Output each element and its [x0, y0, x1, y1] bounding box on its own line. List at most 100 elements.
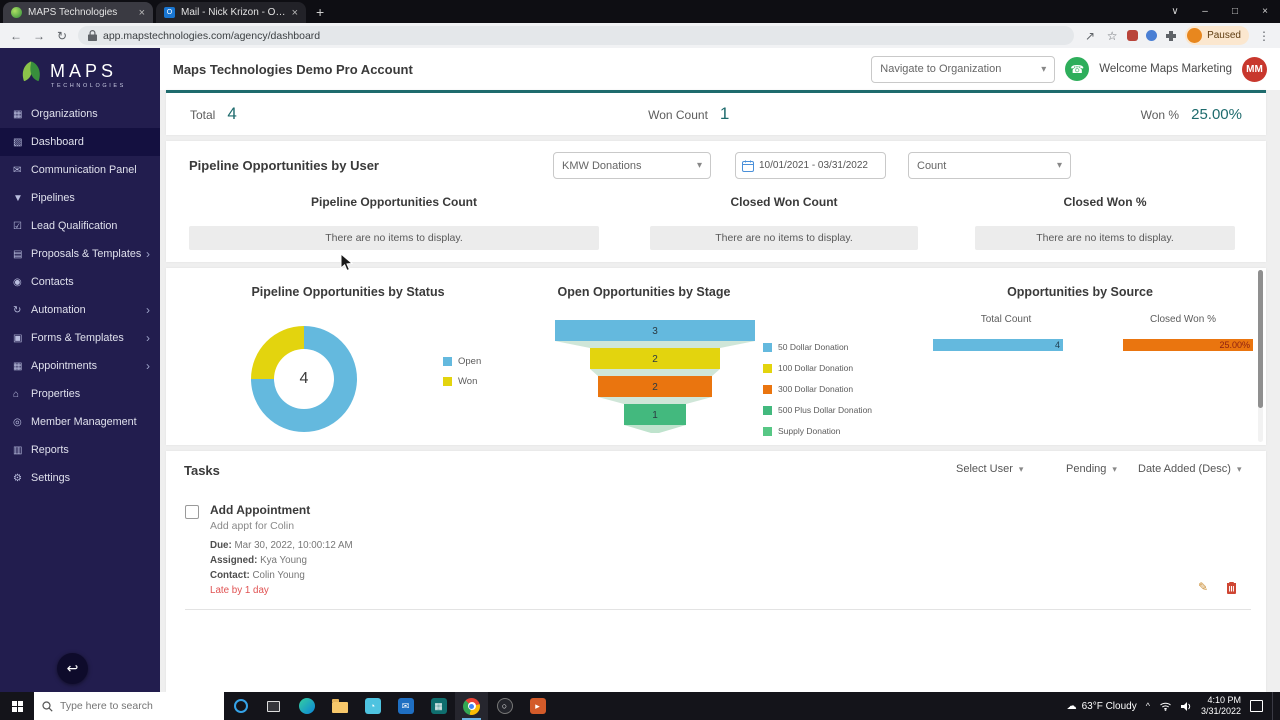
mail-icon[interactable]: ✉ — [389, 692, 422, 720]
tab-maps[interactable]: MAPS Technologies × — [3, 2, 153, 23]
sidebar-item-appointments[interactable]: ▦ Appointments › — [0, 352, 160, 380]
back-icon[interactable]: ← — [9, 29, 23, 43]
sidebar-item-communication-panel[interactable]: ✉ Communication Panel — [0, 156, 160, 184]
sidebar-item-organizations[interactable]: ▦ Organizations — [0, 100, 160, 128]
collapse-sidebar-button[interactable]: ↩ — [57, 653, 88, 684]
sidebar-item-lead-qualification[interactable]: ☑ Lead Qualification — [0, 212, 160, 240]
task-sort-filter[interactable]: Date Added (Desc) ▾ — [1138, 463, 1241, 475]
share-icon[interactable]: ↗ — [1083, 29, 1097, 43]
panel-scrollbar[interactable] — [1258, 270, 1263, 442]
metric-select[interactable]: Count ▾ — [908, 152, 1071, 179]
column-header: Closed Won Count — [730, 195, 838, 209]
steam-icon[interactable]: ○ — [488, 692, 521, 720]
stat-total: Total 4 — [190, 104, 237, 123]
edit-task-icon[interactable]: ✎ — [1198, 580, 1208, 594]
task-view-icon[interactable] — [257, 692, 290, 720]
status-donut-chart[interactable]: 4 — [251, 326, 357, 432]
photos-icon[interactable]: ◔ — [356, 692, 389, 720]
chevron-right-icon: › — [146, 331, 150, 345]
navigate-to-organization-dropdown[interactable]: Navigate to Organization ▾ — [871, 55, 1056, 83]
window-controls: ∨ – □ × — [1160, 0, 1280, 23]
browser-tabstrip: MAPS Technologies × O Mail - Nick Krizon… — [0, 0, 1280, 23]
scrollbar-thumb[interactable] — [1258, 270, 1263, 408]
tab-close-icon[interactable]: × — [292, 7, 298, 19]
taskbar-clock[interactable]: 4:10 PM 3/31/2022 — [1201, 695, 1241, 718]
legend-swatch — [763, 342, 772, 352]
funnel-legend: 50 Dollar Donation 100 Dollar Donation 3… — [763, 342, 872, 436]
tab-search-icon[interactable]: ∨ — [1160, 0, 1190, 23]
tasks-panel: Tasks Select User ▾ Pending ▾ Date Added (… — [166, 451, 1266, 692]
pipelines-icon: ▼ — [13, 192, 23, 204]
funnel-value: 3 — [652, 326, 658, 337]
sidebar-item-forms-templates[interactable]: ▣ Forms & Templates › — [0, 324, 160, 352]
sidebar-item-reports[interactable]: ▥ Reports — [0, 436, 160, 464]
bookmark-star-icon[interactable]: ☆ — [1105, 29, 1119, 43]
browser-menu-kebab-icon[interactable]: ⋮ — [1257, 29, 1271, 43]
windows-taskbar: ◔ ✉ ▦ ○ ▸ ☁ 63°F Cloudy ^ 4:10 PM 3/31/2… — [0, 692, 1280, 720]
search-input[interactable] — [60, 700, 210, 712]
chart-title-stage: Open Opportunities by Stage — [557, 285, 731, 299]
legend-item: Supply Donation — [763, 426, 872, 436]
wifi-icon[interactable] — [1159, 701, 1172, 711]
properties-icon: ⌂ — [13, 388, 20, 400]
start-button[interactable] — [0, 692, 34, 720]
user-avatar[interactable]: MM — [1242, 56, 1267, 82]
members-icon: ◎ — [13, 416, 22, 428]
file-explorer-icon[interactable] — [323, 692, 356, 720]
minimize-button[interactable]: – — [1190, 0, 1220, 23]
media-player-icon[interactable]: ▸ — [521, 692, 554, 720]
forward-icon[interactable]: → — [32, 29, 46, 43]
search-icon — [42, 700, 53, 712]
outlook-favicon-icon: O — [164, 7, 175, 18]
sidebar-item-automation[interactable]: ↻ Automation › — [0, 296, 160, 324]
sidebar: MAPS TECHNOLOGIES ▦ Organizations ▧ Dashbo… — [0, 48, 160, 692]
source-bar-total[interactable]: 4 — [933, 339, 1063, 351]
address-bar[interactable]: app.mapstechnologies.com/agency/dashboar… — [78, 26, 1075, 45]
extensions-puzzle-icon[interactable] — [1165, 30, 1177, 42]
extension-icon[interactable] — [1127, 30, 1139, 41]
pipeline-select[interactable]: KMW Donations ▾ — [553, 152, 711, 179]
sidebar-item-dashboard[interactable]: ▧ Dashboard — [0, 128, 160, 156]
tab-outlook[interactable]: O Mail - Nick Krizon - Outlook × — [156, 2, 306, 23]
refresh-icon[interactable]: ↻ — [55, 29, 69, 43]
volume-icon[interactable] — [1180, 701, 1192, 712]
task-due: Due: Mar 30, 2022, 10:00:12 AM — [210, 540, 353, 551]
sidebar-item-settings[interactable]: ⚙ Settings — [0, 464, 160, 492]
action-center-icon[interactable] — [1250, 700, 1263, 712]
sidebar-item-contacts[interactable]: ◉ Contacts — [0, 268, 160, 296]
task-user-filter[interactable]: Select User ▾ — [956, 463, 1023, 475]
date-range-picker[interactable]: 10/01/2021 - 03/31/2022 — [735, 152, 886, 179]
app-header: Maps Technologies Demo Pro Account Navig… — [160, 48, 1280, 90]
taskbar-search[interactable] — [34, 692, 224, 720]
extension-icon[interactable] — [1146, 30, 1158, 41]
weather-widget[interactable]: ☁ 63°F Cloudy — [1067, 701, 1137, 712]
chrome-icon[interactable] — [455, 692, 488, 720]
profile-sync-paused-badge[interactable]: Paused — [1185, 26, 1249, 45]
cortana-icon[interactable] — [224, 692, 257, 720]
task-checkbox[interactable] — [185, 505, 199, 519]
contacts-icon: ◉ — [13, 276, 22, 288]
task-status-filter[interactable]: Pending ▾ — [1066, 463, 1117, 475]
chevron-right-icon: › — [146, 359, 150, 373]
new-tab-button[interactable]: + — [316, 4, 324, 20]
task-contact: Contact: Colin Young — [210, 570, 305, 581]
sidebar-item-proposals-templates[interactable]: ▤ Proposals & Templates › — [0, 240, 160, 268]
sidebar-item-member-management[interactable]: ◎ Member Management — [0, 408, 160, 436]
phone-button[interactable]: ☎ — [1065, 57, 1090, 81]
tab-close-icon[interactable]: × — [139, 7, 145, 19]
stat-won-pct: Won % 25.00% — [1140, 105, 1242, 123]
show-desktop-button[interactable] — [1272, 692, 1276, 720]
hidden-icons-chevron[interactable]: ^ — [1146, 701, 1150, 711]
close-button[interactable]: × — [1250, 0, 1280, 23]
sidebar-item-pipelines[interactable]: ▼ Pipelines — [0, 184, 160, 212]
edge-icon[interactable] — [290, 692, 323, 720]
source-bar-closed-won[interactable]: 25.00% — [1123, 339, 1253, 351]
legend-item-won: Won — [443, 376, 481, 387]
sidebar-item-properties[interactable]: ⌂ Properties — [0, 380, 160, 408]
lock-icon — [88, 30, 97, 41]
stage-funnel-chart[interactable]: 3 2 2 1 — [555, 320, 755, 436]
maximize-button[interactable]: □ — [1220, 0, 1250, 23]
delete-task-icon[interactable] — [1226, 581, 1237, 594]
store-icon[interactable]: ▦ — [422, 692, 455, 720]
task-subtitle: Add appt for Colin — [210, 520, 295, 532]
